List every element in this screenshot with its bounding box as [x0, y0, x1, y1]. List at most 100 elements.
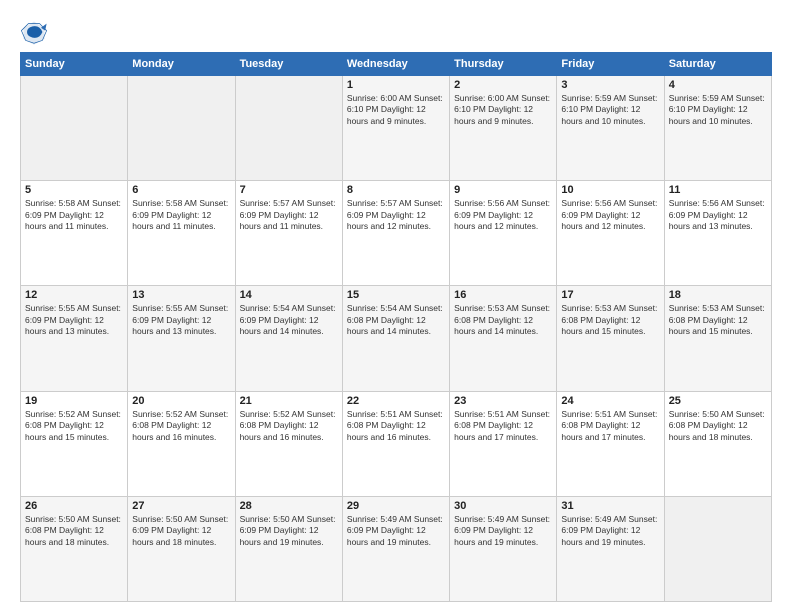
- day-info: Sunrise: 5:58 AM Sunset: 6:09 PM Dayligh…: [132, 198, 230, 232]
- day-cell: 8 Sunrise: 5:57 AM Sunset: 6:09 PM Daylig…: [342, 181, 449, 286]
- day-info: Sunrise: 5:53 AM Sunset: 6:08 PM Dayligh…: [454, 303, 552, 337]
- day-cell: 5 Sunrise: 5:58 AM Sunset: 6:09 PM Daylig…: [21, 181, 128, 286]
- day-cell: 28 Sunrise: 5:50 AM Sunset: 6:09 PM Dayli…: [235, 496, 342, 601]
- day-cell: 9 Sunrise: 5:56 AM Sunset: 6:09 PM Daylig…: [450, 181, 557, 286]
- day-number: 20: [132, 395, 230, 407]
- day-cell: 17Sunrise: 5:53 AM Sunset: 6:08 PM Dayli…: [557, 286, 664, 391]
- day-cell: 21 Sunrise: 5:52 AM Sunset: 6:08 PM Dayli…: [235, 391, 342, 496]
- day-cell: 27 Sunrise: 5:50 AM Sunset: 6:09 PM Dayli…: [128, 496, 235, 601]
- day-info: Sunrise: 5:52 AM Sunset: 6:08 PM Dayligh…: [25, 409, 123, 443]
- day-cell: 11Sunrise: 5:56 AM Sunset: 6:09 PM Dayli…: [664, 181, 771, 286]
- day-cell: 3Sunrise: 5:59 AM Sunset: 6:10 PM Daylig…: [557, 76, 664, 181]
- day-number: 7: [240, 184, 338, 196]
- day-info: Sunrise: 5:49 AM Sunset: 6:09 PM Dayligh…: [347, 514, 445, 548]
- day-cell: [21, 76, 128, 181]
- day-number: 26: [25, 500, 123, 512]
- day-info: Sunrise: 5:56 AM Sunset: 6:09 PM Dayligh…: [454, 198, 552, 232]
- weekday-header-tuesday: Tuesday: [235, 53, 342, 76]
- day-cell: [664, 496, 771, 601]
- day-info: Sunrise: 5:50 AM Sunset: 6:09 PM Dayligh…: [240, 514, 338, 548]
- day-cell: 16 Sunrise: 5:53 AM Sunset: 6:08 PM Dayli…: [450, 286, 557, 391]
- day-info: Sunrise: 5:58 AM Sunset: 6:09 PM Dayligh…: [25, 198, 123, 232]
- day-cell: 4 Sunrise: 5:59 AM Sunset: 6:10 PM Daylig…: [664, 76, 771, 181]
- day-number: 28: [240, 500, 338, 512]
- day-number: 13: [132, 289, 230, 301]
- page: SundayMondayTuesdayWednesdayThursdayFrid…: [0, 0, 792, 612]
- day-info: Sunrise: 5:55 AM Sunset: 6:09 PM Dayligh…: [132, 303, 230, 337]
- day-number: 17: [561, 289, 659, 301]
- day-cell: 29Sunrise: 5:49 AM Sunset: 6:09 PM Dayli…: [342, 496, 449, 601]
- day-number: 10: [561, 184, 659, 196]
- day-number: 14: [240, 289, 338, 301]
- weekday-header-monday: Monday: [128, 53, 235, 76]
- day-cell: 20Sunrise: 5:52 AM Sunset: 6:08 PM Dayli…: [128, 391, 235, 496]
- day-cell: 18Sunrise: 5:53 AM Sunset: 6:08 PM Dayli…: [664, 286, 771, 391]
- week-row-4: 19 Sunrise: 5:52 AM Sunset: 6:08 PM Dayli…: [21, 391, 772, 496]
- day-info: Sunrise: 6:00 AM Sunset: 6:10 PM Dayligh…: [347, 93, 445, 127]
- day-info: Sunrise: 6:00 AM Sunset: 6:10 PM Dayligh…: [454, 93, 552, 127]
- day-cell: 26Sunrise: 5:50 AM Sunset: 6:08 PM Dayli…: [21, 496, 128, 601]
- day-number: 24: [561, 395, 659, 407]
- weekday-header-saturday: Saturday: [664, 53, 771, 76]
- day-number: 27: [132, 500, 230, 512]
- day-info: Sunrise: 5:49 AM Sunset: 6:09 PM Dayligh…: [561, 514, 659, 548]
- day-number: 8: [347, 184, 445, 196]
- day-cell: 24 Sunrise: 5:51 AM Sunset: 6:08 PM Dayli…: [557, 391, 664, 496]
- weekday-header-thursday: Thursday: [450, 53, 557, 76]
- calendar-body: 1 Sunrise: 6:00 AM Sunset: 6:10 PM Daylig…: [21, 76, 772, 602]
- day-info: Sunrise: 5:56 AM Sunset: 6:09 PM Dayligh…: [561, 198, 659, 232]
- weekday-header-sunday: Sunday: [21, 53, 128, 76]
- day-info: Sunrise: 5:57 AM Sunset: 6:09 PM Dayligh…: [240, 198, 338, 232]
- weekday-header-friday: Friday: [557, 53, 664, 76]
- day-cell: 31 Sunrise: 5:49 AM Sunset: 6:09 PM Dayli…: [557, 496, 664, 601]
- week-row-1: 1 Sunrise: 6:00 AM Sunset: 6:10 PM Daylig…: [21, 76, 772, 181]
- day-cell: 6Sunrise: 5:58 AM Sunset: 6:09 PM Daylig…: [128, 181, 235, 286]
- day-number: 21: [240, 395, 338, 407]
- day-cell: 2 Sunrise: 6:00 AM Sunset: 6:10 PM Daylig…: [450, 76, 557, 181]
- day-info: Sunrise: 5:52 AM Sunset: 6:08 PM Dayligh…: [240, 409, 338, 443]
- day-info: Sunrise: 5:51 AM Sunset: 6:08 PM Dayligh…: [561, 409, 659, 443]
- day-info: Sunrise: 5:50 AM Sunset: 6:08 PM Dayligh…: [669, 409, 767, 443]
- day-number: 4: [669, 79, 767, 91]
- day-number: 1: [347, 79, 445, 91]
- day-cell: [128, 76, 235, 181]
- day-number: 2: [454, 79, 552, 91]
- calendar-header: SundayMondayTuesdayWednesdayThursdayFrid…: [21, 53, 772, 76]
- week-row-5: 26Sunrise: 5:50 AM Sunset: 6:08 PM Dayli…: [21, 496, 772, 601]
- day-number: 23: [454, 395, 552, 407]
- day-info: Sunrise: 5:51 AM Sunset: 6:08 PM Dayligh…: [454, 409, 552, 443]
- day-cell: 7 Sunrise: 5:57 AM Sunset: 6:09 PM Daylig…: [235, 181, 342, 286]
- calendar-table: SundayMondayTuesdayWednesdayThursdayFrid…: [20, 52, 772, 602]
- day-cell: 14 Sunrise: 5:54 AM Sunset: 6:09 PM Dayli…: [235, 286, 342, 391]
- day-info: Sunrise: 5:51 AM Sunset: 6:08 PM Dayligh…: [347, 409, 445, 443]
- day-info: Sunrise: 5:50 AM Sunset: 6:09 PM Dayligh…: [132, 514, 230, 548]
- week-row-3: 12Sunrise: 5:55 AM Sunset: 6:09 PM Dayli…: [21, 286, 772, 391]
- day-info: Sunrise: 5:57 AM Sunset: 6:09 PM Dayligh…: [347, 198, 445, 232]
- day-info: Sunrise: 5:54 AM Sunset: 6:09 PM Dayligh…: [240, 303, 338, 337]
- day-cell: [235, 76, 342, 181]
- day-info: Sunrise: 5:59 AM Sunset: 6:10 PM Dayligh…: [561, 93, 659, 127]
- day-cell: 10 Sunrise: 5:56 AM Sunset: 6:09 PM Dayli…: [557, 181, 664, 286]
- day-cell: 30 Sunrise: 5:49 AM Sunset: 6:09 PM Dayli…: [450, 496, 557, 601]
- day-number: 16: [454, 289, 552, 301]
- day-cell: 15Sunrise: 5:54 AM Sunset: 6:08 PM Dayli…: [342, 286, 449, 391]
- header: [20, 18, 772, 46]
- logo-icon: [20, 18, 48, 46]
- day-number: 5: [25, 184, 123, 196]
- day-info: Sunrise: 5:49 AM Sunset: 6:09 PM Dayligh…: [454, 514, 552, 548]
- day-cell: 1 Sunrise: 6:00 AM Sunset: 6:10 PM Daylig…: [342, 76, 449, 181]
- day-cell: 19 Sunrise: 5:52 AM Sunset: 6:08 PM Dayli…: [21, 391, 128, 496]
- day-number: 9: [454, 184, 552, 196]
- day-number: 22: [347, 395, 445, 407]
- day-number: 30: [454, 500, 552, 512]
- logo: [20, 18, 52, 46]
- day-number: 19: [25, 395, 123, 407]
- day-number: 25: [669, 395, 767, 407]
- day-info: Sunrise: 5:56 AM Sunset: 6:09 PM Dayligh…: [669, 198, 767, 232]
- day-number: 15: [347, 289, 445, 301]
- day-info: Sunrise: 5:53 AM Sunset: 6:08 PM Dayligh…: [669, 303, 767, 337]
- day-number: 31: [561, 500, 659, 512]
- day-info: Sunrise: 5:59 AM Sunset: 6:10 PM Dayligh…: [669, 93, 767, 127]
- day-cell: 25 Sunrise: 5:50 AM Sunset: 6:08 PM Dayli…: [664, 391, 771, 496]
- header-row: SundayMondayTuesdayWednesdayThursdayFrid…: [21, 53, 772, 76]
